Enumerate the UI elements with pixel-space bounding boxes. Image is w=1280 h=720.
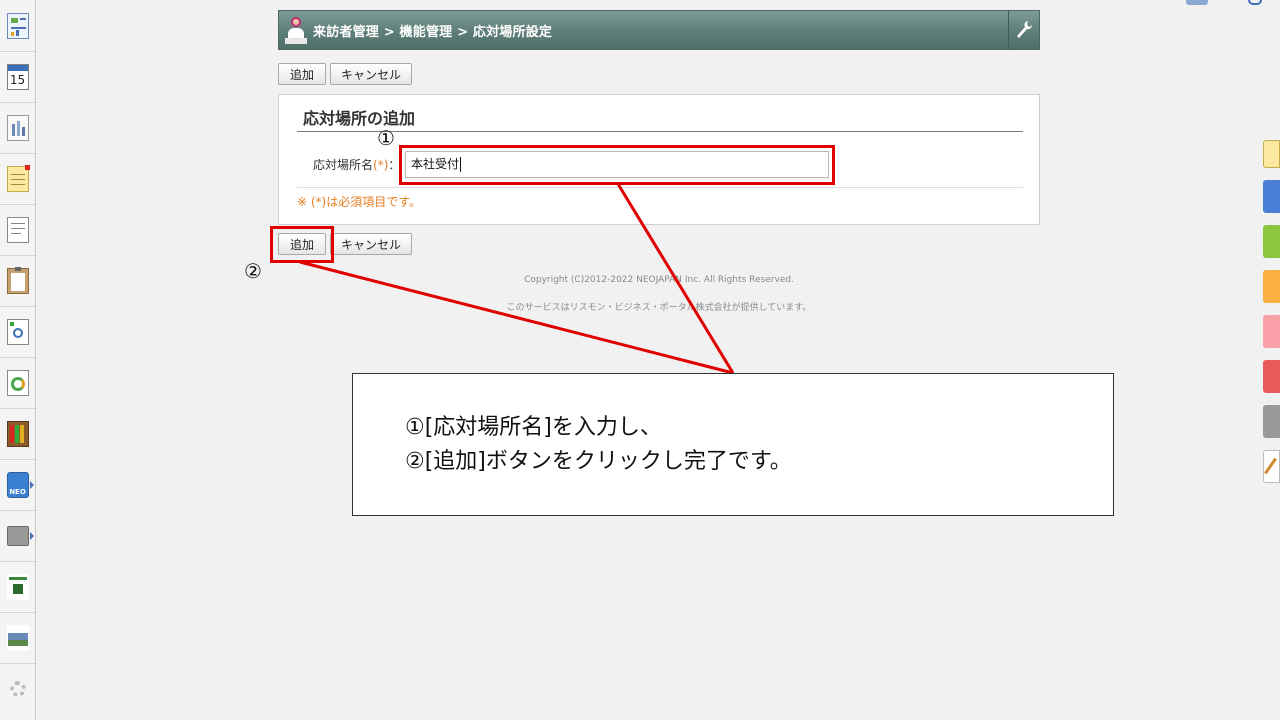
highlight-input <box>399 145 835 185</box>
annotation-lines <box>299 183 735 375</box>
step-marker-1: ① <box>377 126 395 150</box>
highlight-add-button <box>270 226 334 263</box>
instruction-callout: ①[応対場所名]を入力し、 ②[追加]ボタンをクリックし完了です。 <box>352 373 1114 516</box>
callout-line-1: ①[応対場所名]を入力し、 <box>405 415 662 440</box>
pointer-line-1 <box>616 183 735 374</box>
callout-line-2: ②[追加]ボタンをクリックし完了です。 <box>405 449 792 474</box>
step-marker-2: ② <box>244 259 262 283</box>
pointer-line-2 <box>299 260 734 375</box>
